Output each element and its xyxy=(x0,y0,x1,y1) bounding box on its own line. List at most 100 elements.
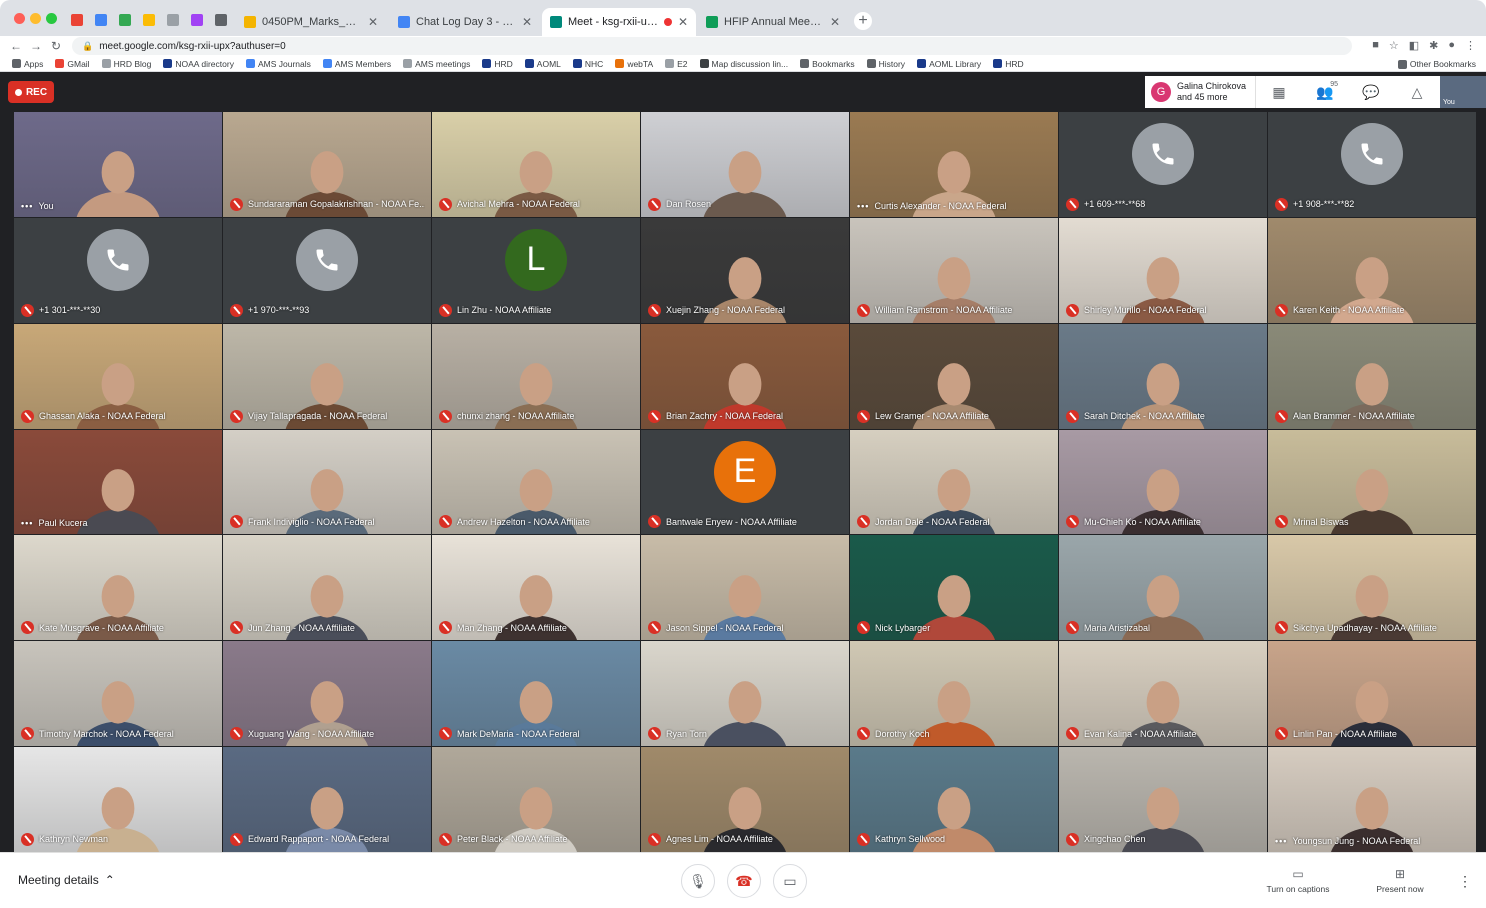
participant-tile[interactable]: Linlin Pan - NOAA Affiliate xyxy=(1268,641,1476,747)
participant-tile[interactable]: Kathryn Sellwood xyxy=(850,747,1058,852)
participant-tile[interactable]: Peter Black - NOAA Affiliate xyxy=(432,747,640,852)
participant-tile[interactable]: Timothy Marchok - NOAA Federal xyxy=(14,641,222,747)
participant-tile[interactable]: Karen Keith - NOAA Affiliate xyxy=(1268,217,1476,323)
layout-grid-icon[interactable]: ▦ xyxy=(1256,76,1302,108)
participant-tile[interactable]: +1 301-***-**30 xyxy=(14,217,222,323)
participant-tile[interactable]: Brian Zachry - NOAA Federal xyxy=(641,323,849,429)
profile-avatar[interactable]: ● xyxy=(1448,39,1455,52)
address-bar[interactable]: 🔒 meet.google.com/ksg-rxii-upx?authuser=… xyxy=(72,37,1352,55)
bookmark-item[interactable]: E2 xyxy=(665,59,688,69)
participant-tile[interactable]: Lew Gramer - NOAA Affiliate xyxy=(850,323,1058,429)
participant-tile[interactable]: Vijay Tallapragada - NOAA Federal xyxy=(223,323,431,429)
participant-tile[interactable]: Mu-Chieh Ko - NOAA Affiliate xyxy=(1059,429,1267,535)
bookmark-item[interactable]: AMS Journals xyxy=(245,59,311,69)
participant-tile[interactable]: Sundararaman Gopalakrishnan - NOAA Fe... xyxy=(223,112,431,217)
participant-tile[interactable]: Agnes Lim - NOAA Affiliate xyxy=(641,747,849,852)
bookmark-item[interactable]: webTA xyxy=(615,59,653,69)
bookmark-item[interactable]: AMS meetings xyxy=(403,59,470,69)
bookmark-item[interactable]: AOML Library xyxy=(917,59,981,69)
participant-tile[interactable]: William Ramstrom - NOAA Affiliate xyxy=(850,217,1058,323)
participant-tile[interactable]: ••• Curtis Alexander - NOAA Federal xyxy=(850,112,1058,217)
bookmark-item[interactable]: HRD xyxy=(993,59,1024,69)
participant-tile[interactable]: Maria Aristizabal xyxy=(1059,535,1267,641)
bookmark-item[interactable]: HRD xyxy=(482,59,513,69)
close-tab-icon[interactable]: ✕ xyxy=(522,15,532,29)
participant-tile[interactable]: Ghassan Alaka - NOAA Federal xyxy=(14,323,222,429)
meeting-details-button[interactable]: Meeting details ⌃ xyxy=(18,873,115,887)
participant-tile[interactable]: Mrinal Biswas xyxy=(1268,429,1476,535)
participant-tile[interactable]: +1 609-***-**68 xyxy=(1059,112,1267,217)
participant-tile[interactable]: Andrew Hazelton - NOAA Affiliate xyxy=(432,429,640,535)
tab-meet[interactable]: Meet - ksg-rxii-upx ✕ xyxy=(542,8,696,36)
pinned-tab-bookmark[interactable] xyxy=(210,11,232,29)
puzzle-icon[interactable]: ✱ xyxy=(1429,39,1438,52)
participant-tile[interactable]: Ryan Torn xyxy=(641,641,849,747)
extension-icon[interactable]: ◧ xyxy=(1409,39,1419,52)
pinned-tab-drive[interactable] xyxy=(138,11,160,29)
bookmark-item[interactable]: Apps xyxy=(12,59,43,69)
participant-tile[interactable]: Kate Musgrave - NOAA Affiliate xyxy=(14,535,222,641)
other-bookmarks-folder[interactable]: Other Bookmarks xyxy=(1397,59,1476,69)
tab-marks-summary[interactable]: 0450PM_Marks_Summary and ✕ xyxy=(236,8,386,36)
leave-call-button[interactable]: ☎ xyxy=(727,864,761,898)
activities-icon[interactable]: △ xyxy=(1394,76,1440,108)
self-view-thumbnail[interactable]: You xyxy=(1440,76,1486,108)
participant-tile[interactable]: Edward Rappaport - NOAA Federal xyxy=(223,747,431,852)
captions-button[interactable]: ▭ Turn on captions xyxy=(1258,867,1338,894)
participant-tile[interactable]: Evan Kalina - NOAA Affiliate xyxy=(1059,641,1267,747)
bookmark-item[interactable]: NOAA directory xyxy=(163,59,234,69)
participant-tile[interactable]: Shirley Murillo - NOAA Federal xyxy=(1059,217,1267,323)
back-arrow-icon[interactable]: ← xyxy=(6,39,26,53)
camera-button[interactable]: ▭ xyxy=(773,864,807,898)
presenter-info[interactable]: G Galina Chirokova and 45 more xyxy=(1145,76,1255,108)
pinned-tab-forms[interactable] xyxy=(114,11,136,29)
participant-tile[interactable]: Sarah Ditchek - NOAA Affiliate xyxy=(1059,323,1267,429)
participant-tile[interactable]: +1 970-***-**93 xyxy=(223,217,431,323)
browser-menu-icon[interactable]: ⋮ xyxy=(1465,39,1476,52)
new-tab-button[interactable]: + xyxy=(854,12,872,30)
camera-indicator-icon[interactable]: ■ xyxy=(1372,39,1379,52)
bookmark-item[interactable]: GMail xyxy=(55,59,90,69)
reload-icon[interactable]: ↻ xyxy=(46,39,66,53)
tab-chat-log[interactable]: Chat Log Day 3 - Google Docs ✕ xyxy=(390,8,540,36)
close-tab-icon[interactable]: ✕ xyxy=(678,15,688,29)
bookmark-item[interactable]: Map discussion lin... xyxy=(699,59,788,69)
tab-hfip-meeting[interactable]: HFIP Annual Meeting 2020 Fin ✕ xyxy=(698,8,848,36)
chat-icon[interactable]: 💬 xyxy=(1348,76,1394,108)
bookmark-folder[interactable]: Bookmarks xyxy=(800,59,855,69)
participant-tile[interactable]: ••• You xyxy=(14,112,222,217)
bookmark-item[interactable]: AMS Members xyxy=(322,59,391,69)
close-window-button[interactable] xyxy=(14,13,25,24)
present-now-button[interactable]: ⊞ Present now xyxy=(1360,867,1440,894)
participant-tile[interactable]: Xuejin Zhang - NOAA Federal xyxy=(641,217,849,323)
participant-tile[interactable]: Mark DeMaria - NOAA Federal xyxy=(432,641,640,747)
participant-tile[interactable]: Xingchao Chen xyxy=(1059,747,1267,852)
participant-tile[interactable]: Jason Sippel - NOAA Federal xyxy=(641,535,849,641)
participant-tile[interactable]: Avichal Mehra - NOAA Federal xyxy=(432,112,640,217)
participant-tile[interactable]: Alan Brammer - NOAA Affiliate xyxy=(1268,323,1476,429)
participant-tile[interactable]: Jordan Dale - NOAA Federal xyxy=(850,429,1058,535)
minimize-window-button[interactable] xyxy=(30,13,41,24)
star-icon[interactable]: ☆ xyxy=(1389,39,1399,52)
participant-tile[interactable]: Kathryn Newman xyxy=(14,747,222,852)
participant-tile[interactable]: Sikchya Upadhayay - NOAA Affiliate xyxy=(1268,535,1476,641)
participant-tile[interactable]: Frank Indiviglio - NOAA Federal xyxy=(223,429,431,535)
bookmark-item[interactable]: AOML xyxy=(524,59,561,69)
participant-tile[interactable]: ••• Paul Kucera xyxy=(14,429,222,535)
close-tab-icon[interactable]: ✕ xyxy=(830,15,840,29)
pinned-tab-calendar[interactable] xyxy=(90,11,112,29)
participant-tile[interactable]: Nick Lybarger xyxy=(850,535,1058,641)
participant-tile[interactable]: +1 908-***-**82 xyxy=(1268,112,1476,217)
bookmark-item[interactable]: HRD Blog xyxy=(101,59,151,69)
more-options-icon[interactable]: ⋮ xyxy=(1458,873,1472,890)
participant-tile[interactable]: L Lin Zhu - NOAA Affiliate xyxy=(432,217,640,323)
participant-tile[interactable]: Jun Zhang - NOAA Affiliate xyxy=(223,535,431,641)
close-tab-icon[interactable]: ✕ xyxy=(368,15,378,29)
microphone-button[interactable]: 🎙 xyxy=(681,864,715,898)
people-icon[interactable]: 👥 95 xyxy=(1302,76,1348,108)
participant-tile[interactable]: Dorothy Koch xyxy=(850,641,1058,747)
participant-tile[interactable]: Xuguang Wang - NOAA Affiliate xyxy=(223,641,431,747)
pinned-tab-app[interactable] xyxy=(186,11,208,29)
pinned-tab-gmail[interactable] xyxy=(66,11,88,29)
bookmark-item[interactable]: NHC xyxy=(572,59,603,69)
